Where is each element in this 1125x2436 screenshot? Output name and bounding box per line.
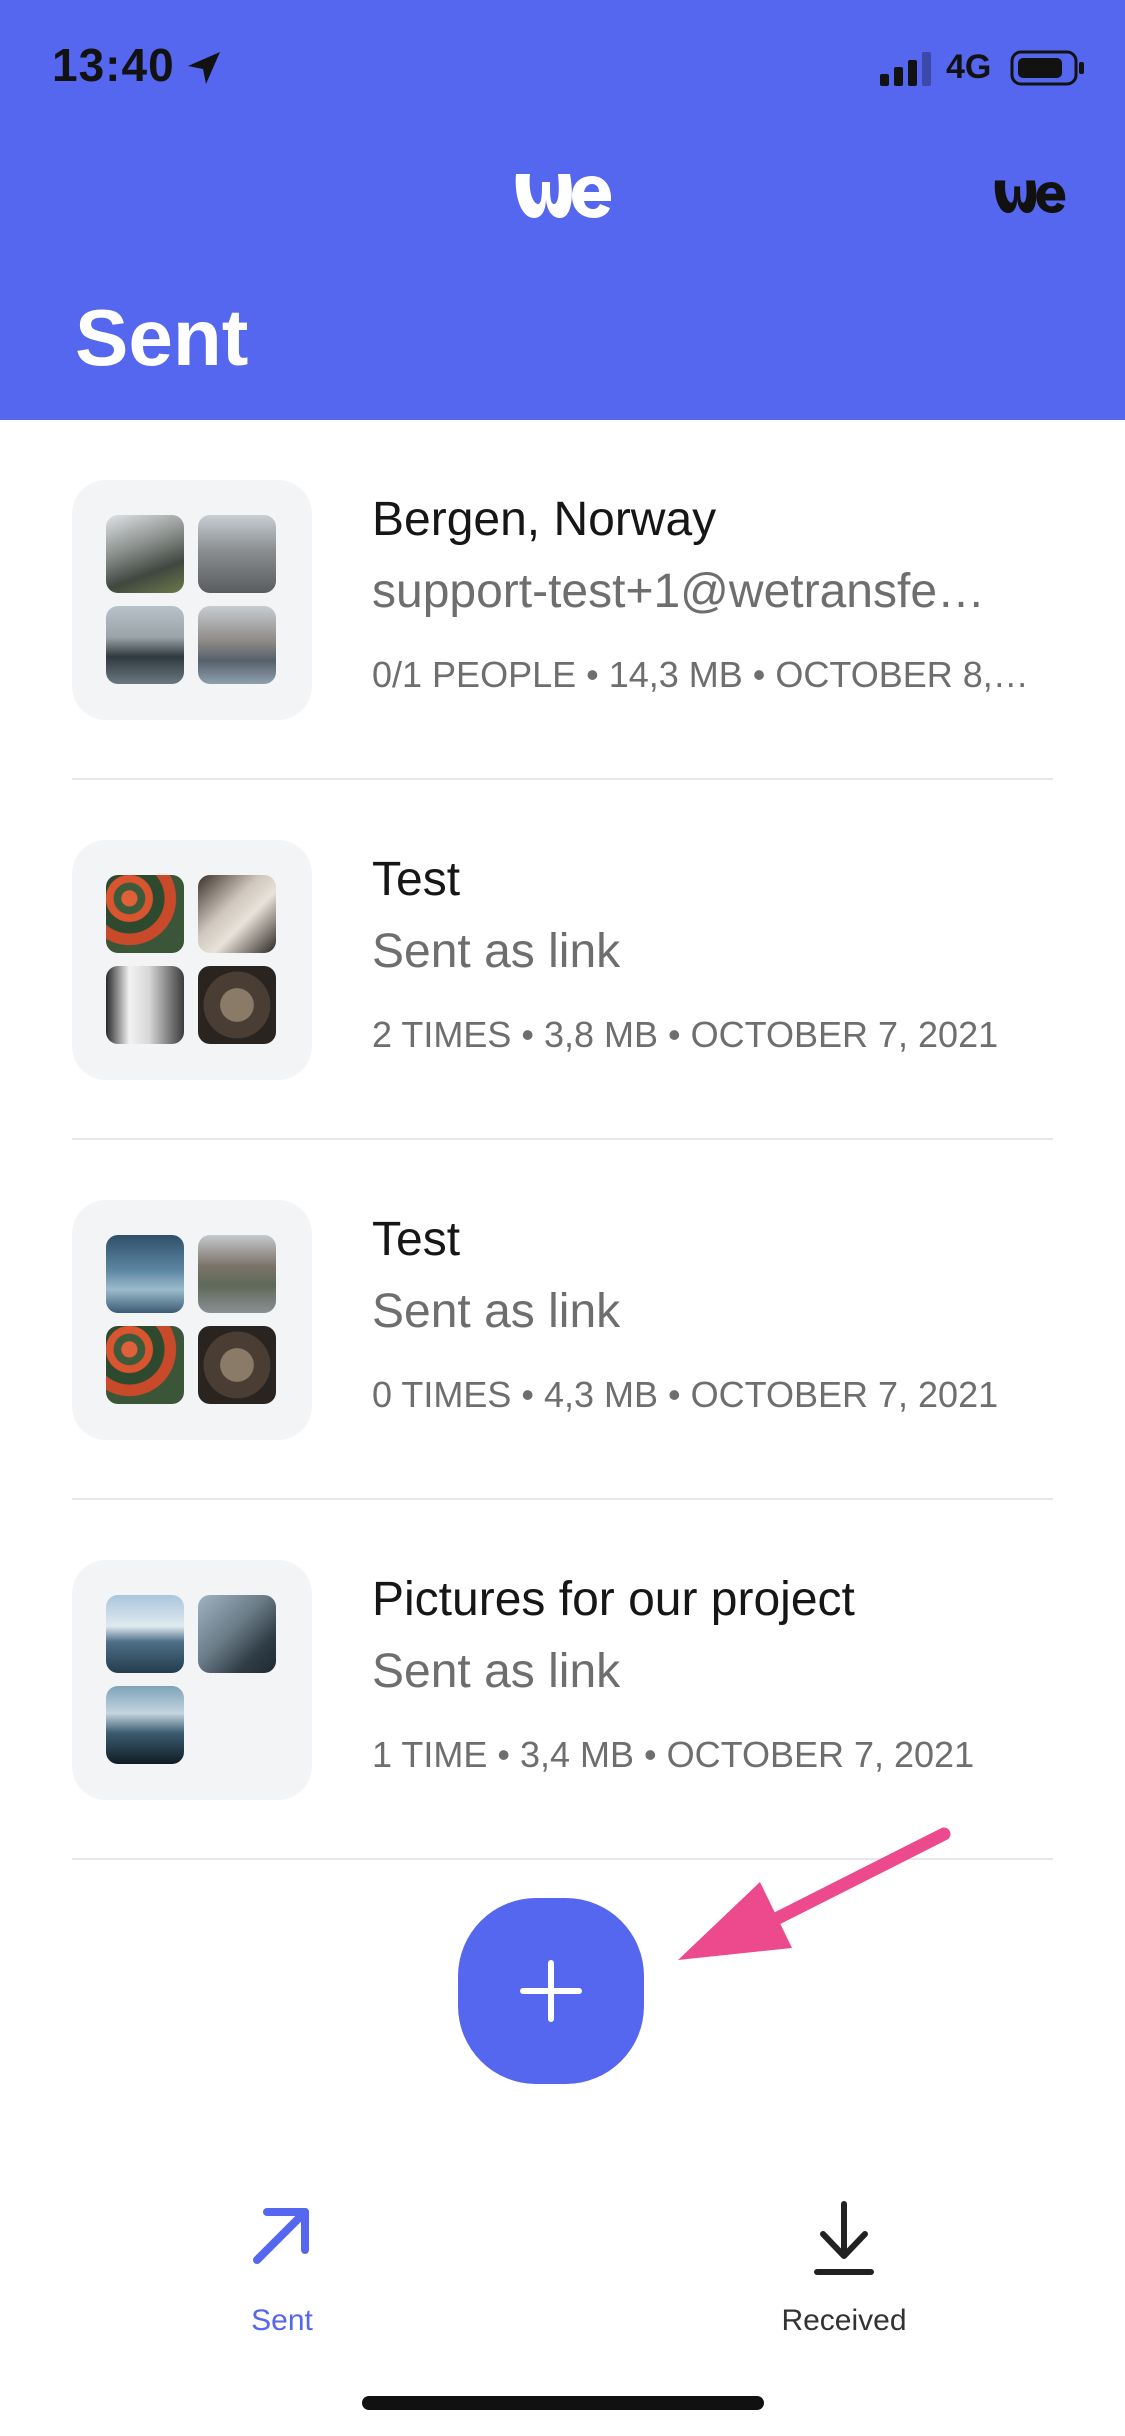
thumbnail-image (198, 515, 276, 593)
transfer-recipient: Sent as link (372, 925, 621, 978)
tab-received[interactable]: Received (724, 2200, 964, 2340)
transfer-title: Test (372, 853, 461, 906)
wetransfer-brand-icon (994, 180, 1066, 214)
thumbnail-image (198, 606, 276, 684)
thumbnail-grid (72, 1200, 312, 1440)
thumbnail-image (198, 1326, 276, 1404)
home-indicator (362, 2396, 764, 2410)
thumbnail-image (106, 1235, 184, 1313)
transfer-meta: 1 TIME • 3,4 MB • OCTOBER 7, 2021 (372, 1734, 975, 1775)
thumbnail-image (198, 1595, 276, 1673)
thumbnail-grid (72, 840, 312, 1080)
transfer-title: Pictures for our project (372, 1573, 855, 1626)
thumbnail-image (198, 875, 276, 953)
thumbnail-image (106, 606, 184, 684)
transfer-title: Test (372, 1213, 461, 1266)
thumbnail-grid (72, 1560, 312, 1800)
download-icon (814, 2201, 874, 2275)
thumbnail-image (106, 875, 184, 953)
transfer-title: Bergen, Norway (372, 493, 717, 546)
plus-icon (520, 1960, 582, 2022)
thumbnail-image (106, 515, 184, 593)
transfer-meta: 2 TIMES • 3,8 MB • OCTOBER 7, 2021 (372, 1014, 999, 1055)
transfer-recipient: support-test+1@wetransfe… (372, 565, 986, 618)
tab-received-label: Received (781, 2304, 907, 2337)
transfer-row[interactable]: Test Sent as link 2 TIMES • 3,8 MB • OCT… (72, 780, 1053, 1140)
thumbnail-grid (72, 480, 312, 720)
transfer-recipient: Sent as link (372, 1285, 621, 1338)
transfer-meta: 0/1 PEOPLE • 14,3 MB • OCTOBER 8,… (372, 654, 1029, 695)
transfer-recipient: Sent as link (372, 1645, 621, 1698)
page-title: Sent (75, 293, 249, 382)
arrow-up-right-icon (253, 2208, 309, 2264)
app-header: 13:40 4G Sent (0, 0, 1125, 420)
wetransfer-logo-icon (515, 174, 612, 218)
transfer-meta: 0 TIMES • 4,3 MB • OCTOBER 7, 2021 (372, 1374, 999, 1415)
thumbnail-image (106, 1326, 184, 1404)
thumbnail-image (106, 966, 184, 1044)
location-arrow-icon (188, 52, 220, 84)
thumbnail-image (198, 966, 276, 1044)
transfer-row[interactable]: Test Sent as link 0 TIMES • 4,3 MB • OCT… (72, 1140, 1053, 1500)
tab-sent[interactable]: Sent (162, 2200, 402, 2340)
signal-icon (880, 52, 931, 86)
thumbnail-image (106, 1595, 184, 1673)
tab-sent-label: Sent (251, 2304, 313, 2337)
annotation-arrow-icon (678, 1827, 951, 1960)
new-transfer-button[interactable] (458, 1898, 644, 2084)
status-time: 13:40 (52, 39, 175, 91)
transfer-row[interactable]: Bergen, Norway support-test+1@wetransfe…… (72, 420, 1053, 780)
battery-icon (1010, 50, 1084, 86)
network-type: 4G (946, 48, 992, 86)
thumbnail-image (198, 1235, 276, 1313)
transfer-row[interactable]: Pictures for our project Sent as link 1 … (72, 1500, 1053, 1860)
thumbnail-image (106, 1686, 184, 1764)
